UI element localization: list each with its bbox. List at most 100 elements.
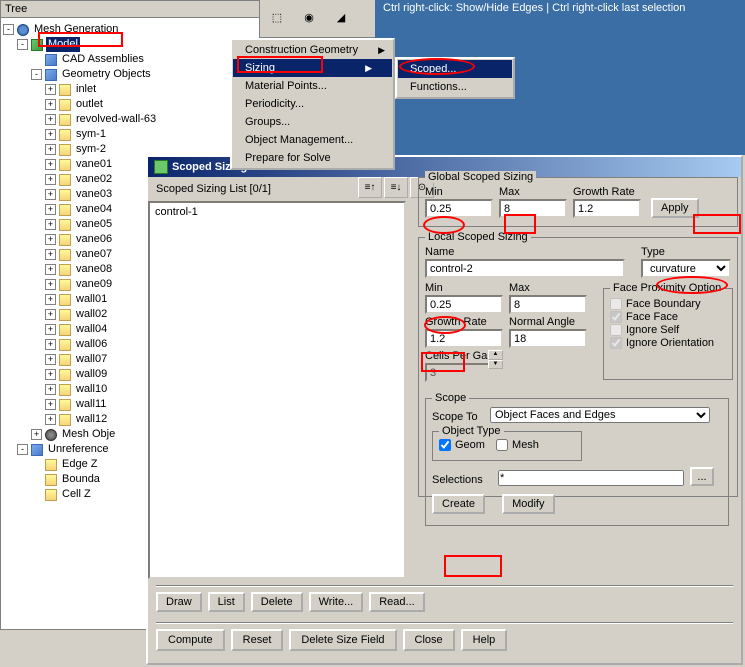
geom-check[interactable] <box>439 439 451 451</box>
button-row-compute: Compute Reset Delete Size Field Close He… <box>156 629 507 651</box>
help-button[interactable]: Help <box>461 629 508 651</box>
expand-icon[interactable]: - <box>31 69 42 80</box>
folder-icon <box>59 414 71 426</box>
expand-icon[interactable]: + <box>45 84 56 95</box>
tree-geom-item[interactable]: +inlet <box>3 82 259 97</box>
toolbar-button[interactable]: ◢ <box>326 2 356 32</box>
menu-groups[interactable]: Groups... <box>233 113 392 131</box>
tree-geom-item[interactable]: +outlet <box>3 97 259 112</box>
folder-icon <box>59 339 71 351</box>
menu-sizing[interactable]: Sizing▶ <box>233 59 392 77</box>
read-button[interactable]: Read... <box>369 592 424 612</box>
tree-geom-item[interactable]: +sym-1 <box>3 127 259 142</box>
browse-button[interactable]: ... <box>690 467 714 486</box>
global-min-input[interactable] <box>425 199 493 218</box>
expand-icon[interactable]: + <box>45 414 56 425</box>
group-title: Object Type <box>439 425 504 437</box>
folder-icon <box>59 159 71 171</box>
folder-icon <box>59 249 71 261</box>
tree-geom[interactable]: -Geometry Objects <box>3 67 259 82</box>
normal-angle-input[interactable] <box>509 329 587 348</box>
sort-desc-button[interactable]: ≡↓ <box>384 177 408 198</box>
expand-icon[interactable]: + <box>45 129 56 140</box>
menu-construction-geometry[interactable]: Construction Geometry▶ <box>233 41 392 59</box>
compute-button[interactable]: Compute <box>156 629 225 651</box>
global-max-input[interactable] <box>499 199 567 218</box>
local-min-input[interactable] <box>425 295 503 314</box>
expand-icon[interactable]: + <box>45 234 56 245</box>
expand-icon[interactable]: + <box>45 399 56 410</box>
local-max-input[interactable] <box>509 295 587 314</box>
spin-up-icon[interactable]: ▲ <box>488 350 503 360</box>
menu-material-points[interactable]: Material Points... <box>233 77 392 95</box>
sizing-list[interactable]: control-1 <box>148 201 406 579</box>
menu-prepare-solve[interactable]: Prepare for Solve <box>233 149 392 167</box>
reset-button[interactable]: Reset <box>231 629 284 651</box>
delete-size-field-button[interactable]: Delete Size Field <box>289 629 396 651</box>
name-input[interactable] <box>425 259 625 278</box>
global-growthrate-input[interactable] <box>573 199 641 218</box>
folder-icon <box>59 219 71 231</box>
expand-icon[interactable]: + <box>45 369 56 380</box>
menu-scoped[interactable]: Scoped... <box>398 60 512 78</box>
expand-icon[interactable]: + <box>31 429 42 440</box>
apply-button[interactable]: Apply <box>651 198 699 218</box>
spin-down-icon[interactable]: ▼ <box>488 360 503 370</box>
expand-icon[interactable]: + <box>45 114 56 125</box>
tree-geom-item[interactable]: +revolved-wall-63 <box>3 112 259 127</box>
expand-icon[interactable]: - <box>17 39 28 50</box>
expand-icon[interactable]: + <box>45 249 56 260</box>
list-item[interactable]: control-1 <box>152 205 402 219</box>
toolbar-button[interactable]: ◉ <box>294 2 324 32</box>
expand-icon[interactable]: + <box>45 264 56 275</box>
expand-icon[interactable]: + <box>45 384 56 395</box>
folder-icon <box>59 264 71 276</box>
expand-icon[interactable]: + <box>45 309 56 320</box>
write-button[interactable]: Write... <box>309 592 364 612</box>
expand-icon[interactable]: + <box>45 204 56 215</box>
list-button[interactable]: List <box>208 592 245 612</box>
menu-functions[interactable]: Functions... <box>398 78 512 96</box>
delete-button[interactable]: Delete <box>251 592 303 612</box>
tree-model[interactable]: -Model <box>3 37 259 52</box>
type-select[interactable]: curvature <box>641 259 731 278</box>
sort-asc-button[interactable]: ≡↑ <box>358 177 382 198</box>
folder-icon <box>59 84 71 96</box>
expand-icon[interactable]: + <box>45 144 56 155</box>
expand-icon[interactable]: + <box>45 159 56 170</box>
tree-cad[interactable]: CAD Assemblies <box>3 52 259 67</box>
group-title: Scope <box>432 392 469 404</box>
toolbar-button[interactable]: ⬚ <box>262 2 292 32</box>
close-button[interactable]: Close <box>403 629 455 651</box>
expand-icon[interactable]: + <box>45 279 56 290</box>
expand-icon[interactable]: + <box>45 99 56 110</box>
menu-periodicity[interactable]: Periodicity... <box>233 95 392 113</box>
chevron-right-icon: ▶ <box>365 63 372 74</box>
expand-icon[interactable]: + <box>45 189 56 200</box>
folder-icon <box>59 354 71 366</box>
expand-icon[interactable]: + <box>45 219 56 230</box>
expand-icon[interactable]: - <box>3 24 14 35</box>
expand-icon[interactable]: + <box>45 339 56 350</box>
selections-input[interactable] <box>498 470 684 486</box>
folder-icon <box>59 399 71 411</box>
expand-icon[interactable]: - <box>17 444 28 455</box>
draw-button[interactable]: Draw <box>156 592 202 612</box>
group-title: Global Scoped Sizing <box>425 171 536 183</box>
context-menu: Construction Geometry▶ Sizing▶ Material … <box>230 38 395 170</box>
folder-icon <box>59 174 71 186</box>
expand-icon[interactable]: + <box>45 324 56 335</box>
expand-icon[interactable]: + <box>45 174 56 185</box>
scope-to-select[interactable]: Object Faces and Edges <box>490 407 710 423</box>
local-growthrate-input[interactable] <box>425 329 503 348</box>
expand-icon[interactable]: + <box>45 354 56 365</box>
modify-button[interactable]: Modify <box>502 494 554 514</box>
folder-icon <box>59 114 71 126</box>
scope-group: Scope Scope To Object Faces and Edges Ob… <box>425 398 729 526</box>
tree-root[interactable]: -Mesh Generation <box>3 22 259 37</box>
expand-icon[interactable]: + <box>45 294 56 305</box>
mesh-check[interactable] <box>496 439 508 451</box>
folder-icon <box>59 204 71 216</box>
create-button[interactable]: Create <box>432 494 485 514</box>
menu-object-management[interactable]: Object Management... <box>233 131 392 149</box>
